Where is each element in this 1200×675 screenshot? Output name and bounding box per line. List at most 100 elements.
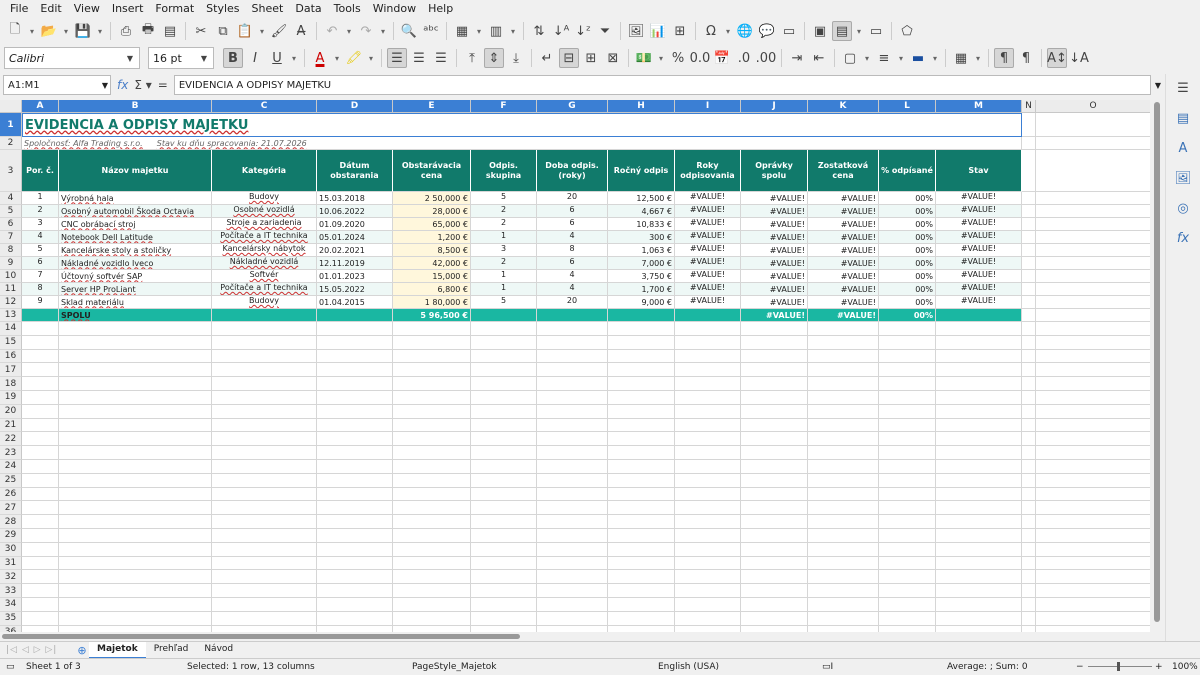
data-cell[interactable]: 6	[537, 218, 608, 231]
grid-cell[interactable]	[1022, 257, 1036, 270]
column-header[interactable]: H	[608, 100, 675, 113]
find-replace-icon[interactable]: 🔍	[399, 21, 419, 41]
grid-cell[interactable]	[936, 570, 1022, 585]
column-heading[interactable]: Ročný odpis	[608, 150, 675, 192]
grid-cell[interactable]	[1022, 150, 1036, 192]
status-language[interactable]: English (USA)	[658, 662, 719, 672]
menu-window[interactable]: Window	[367, 0, 422, 18]
grid-cell[interactable]	[1036, 391, 1150, 405]
row-header[interactable]: 14	[0, 322, 22, 336]
grid-cell[interactable]	[675, 363, 741, 378]
column-heading[interactable]: % odpísané	[879, 150, 936, 192]
total-label[interactable]: SPOLU	[59, 309, 212, 322]
grid-cell[interactable]	[1022, 598, 1036, 612]
data-cell[interactable]: 00%	[879, 244, 936, 257]
right-to-left-icon[interactable]: ¶	[1016, 48, 1036, 68]
grid-cell[interactable]	[317, 432, 393, 447]
grid-cell[interactable]	[537, 349, 608, 364]
column-heading[interactable]: Obstarávacia cena	[393, 150, 471, 192]
grid-cell[interactable]	[537, 529, 608, 543]
grid-cell[interactable]	[22, 363, 59, 378]
grid-cell[interactable]	[808, 515, 879, 529]
data-cell[interactable]: #VALUE!	[808, 257, 879, 270]
data-cell[interactable]: Sklad materiálu	[59, 296, 212, 309]
grid-cell[interactable]	[393, 556, 471, 571]
clone-formatting-icon[interactable]: 🖌	[269, 21, 289, 41]
grid-cell[interactable]	[317, 529, 393, 543]
grid-cell[interactable]	[537, 391, 608, 405]
grid-cell[interactable]	[471, 391, 537, 405]
company-info[interactable]: Spoločnosť: Alfa Trading s.r.o. Stav ku d…	[22, 137, 1022, 150]
data-cell[interactable]: #VALUE!	[675, 192, 741, 205]
grid-cell[interactable]	[59, 404, 212, 419]
grid-cell[interactable]	[1022, 218, 1036, 231]
grid-cell[interactable]	[22, 529, 59, 543]
grid-cell[interactable]	[1022, 570, 1036, 585]
grid-cell[interactable]	[675, 611, 741, 626]
column-header[interactable]: C	[212, 100, 317, 113]
grid-cell[interactable]	[59, 363, 212, 378]
grid-cell[interactable]	[608, 556, 675, 571]
column-heading[interactable]: Por. č.	[22, 150, 59, 192]
grid-cell[interactable]	[741, 542, 808, 557]
grid-cell[interactable]	[1036, 419, 1150, 433]
grid-cell[interactable]	[936, 446, 1022, 460]
sheet-tab[interactable]: Prehľad	[146, 642, 197, 659]
data-cell[interactable]: 42,000 €	[393, 257, 471, 270]
grid-cell[interactable]	[537, 556, 608, 571]
grid-cell[interactable]	[808, 391, 879, 405]
column-header[interactable]: L	[879, 100, 936, 113]
data-cell[interactable]: 1,700 €	[608, 283, 675, 296]
grid-cell[interactable]	[879, 584, 936, 598]
grid-cell[interactable]	[317, 501, 393, 516]
grid-cell[interactable]	[212, 363, 317, 378]
grid-cell[interactable]	[393, 473, 471, 488]
grid-cell[interactable]	[471, 584, 537, 598]
grid-cell[interactable]	[1036, 309, 1150, 322]
grid-cell[interactable]	[537, 432, 608, 447]
grid-cell[interactable]	[22, 446, 59, 460]
data-cell[interactable]: #VALUE!	[808, 192, 879, 205]
paste-icon[interactable]: 📋	[235, 21, 255, 41]
data-cell[interactable]: 01.01.2023	[317, 270, 393, 283]
grid-cell[interactable]	[59, 432, 212, 447]
grid-cell[interactable]	[537, 515, 608, 529]
column-header[interactable]: O	[1036, 100, 1150, 113]
row-header[interactable]: 35	[0, 611, 22, 626]
sort-ascending-icon[interactable]: ↓ᴬ	[551, 21, 571, 41]
grid-cell[interactable]	[1036, 363, 1150, 378]
grid-cell[interactable]	[471, 487, 537, 502]
grid-cell[interactable]	[1036, 570, 1150, 585]
total-cell[interactable]	[537, 309, 608, 322]
grid-cell[interactable]	[675, 556, 741, 571]
grid-cell[interactable]	[537, 363, 608, 378]
column-header[interactable]: M	[936, 100, 1022, 113]
data-cell[interactable]: 1,200 €	[393, 231, 471, 244]
grid-cell[interactable]	[879, 556, 936, 571]
grid-cell[interactable]	[212, 349, 317, 364]
grid-cell[interactable]	[879, 529, 936, 543]
percent-format-icon[interactable]: %	[668, 48, 688, 68]
grid-cell[interactable]	[1022, 611, 1036, 626]
grid-cell[interactable]	[608, 377, 675, 391]
data-cell[interactable]: #VALUE!	[936, 218, 1022, 231]
align-bottom-icon[interactable]: ⤓	[506, 48, 526, 68]
underline-dropdown[interactable]: ▾	[289, 48, 299, 68]
grid-cell[interactable]	[59, 529, 212, 543]
row-header[interactable]: 15	[0, 335, 22, 350]
grid-cell[interactable]	[317, 473, 393, 488]
total-pct[interactable]: 00%	[879, 309, 936, 322]
date-format-icon[interactable]: 📅	[712, 48, 732, 68]
grid-cell[interactable]	[1022, 391, 1036, 405]
grid-cell[interactable]	[675, 529, 741, 543]
grid-cell[interactable]	[1036, 205, 1150, 218]
grid-cell[interactable]	[1036, 446, 1150, 460]
grid-cell[interactable]	[1022, 460, 1036, 474]
grid-cell[interactable]	[1036, 137, 1150, 150]
autofilter-icon[interactable]: ⏷	[595, 21, 615, 41]
grid-cell[interactable]	[675, 501, 741, 516]
grid-cell[interactable]	[936, 542, 1022, 557]
grid-cell[interactable]	[1036, 460, 1150, 474]
grid-cell[interactable]	[22, 598, 59, 612]
data-cell[interactable]: #VALUE!	[936, 192, 1022, 205]
